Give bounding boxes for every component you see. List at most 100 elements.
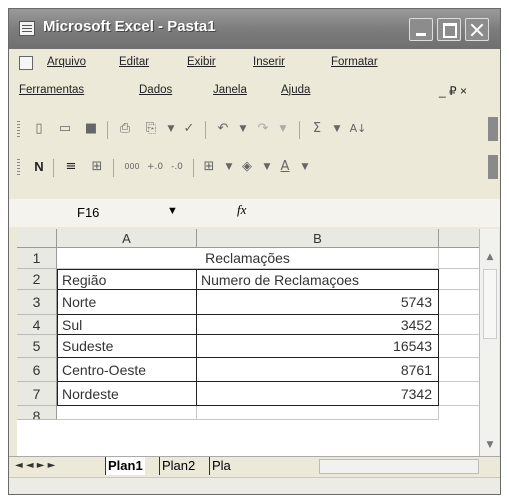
chevron-down-icon[interactable]: ▼ (163, 121, 179, 137)
tab-navigation-icons[interactable]: ◄ ◄ ► ► (15, 460, 55, 471)
value-cell[interactable]: 3452 (197, 315, 439, 335)
menu-dados[interactable]: Dados (139, 84, 172, 96)
column-header-a[interactable]: A (57, 229, 197, 248)
spreadsheet-grid[interactable]: A B C 1 2 3 4 5 6 7 8 Reclamações Região… (17, 229, 479, 456)
chevron-down-icon[interactable]: ▼ (297, 159, 313, 175)
formula-bar: F16 ▼ fx (9, 199, 500, 227)
chevron-down-icon[interactable]: ▼ (275, 121, 291, 137)
insert-function-icon[interactable]: fx (237, 202, 246, 218)
menu-ajuda[interactable]: Ajuda (281, 84, 310, 96)
value-cell[interactable]: 5743 (197, 290, 439, 315)
save-icon[interactable]: ■ (83, 121, 99, 137)
tab-plan1[interactable]: Plan1 (105, 457, 145, 475)
chevron-down-icon[interactable]: ▼ (329, 121, 345, 137)
cell-c4[interactable] (439, 315, 479, 335)
value-cell[interactable]: 7342 (197, 382, 439, 406)
region-cell[interactable]: Sul (57, 315, 197, 335)
new-icon[interactable]: ▯ (31, 121, 47, 137)
cell-c3[interactable] (439, 290, 479, 315)
font-color-icon[interactable]: A (277, 159, 293, 175)
row-header-4[interactable]: 4 (17, 315, 57, 335)
row-header-6[interactable]: 6 (17, 358, 57, 382)
menu-inserir[interactable]: Inserir (253, 56, 285, 68)
open-icon[interactable]: ▭ (57, 121, 73, 137)
tab-plan2[interactable]: Plan2 (159, 457, 197, 475)
row-header-7[interactable]: 7 (17, 382, 57, 406)
cell-c5[interactable] (439, 335, 479, 358)
row-header-3[interactable]: 3 (17, 290, 57, 315)
toolbar-separator (193, 159, 194, 177)
column-header-b[interactable]: B (197, 229, 439, 248)
maximize-button[interactable] (437, 18, 461, 41)
value-cell[interactable]: 16543 (197, 335, 439, 358)
minimize-button[interactable] (409, 18, 433, 41)
document-window-controls[interactable]: _ ₽ × (439, 84, 467, 98)
chevron-down-icon[interactable]: ▼ (167, 205, 178, 217)
toolbar-separator (107, 121, 108, 139)
spelling-icon[interactable]: ✓ (181, 121, 197, 137)
print-icon[interactable]: ⎙ (117, 121, 133, 137)
region-cell[interactable]: Nordeste (57, 382, 197, 406)
close-button[interactable] (465, 18, 489, 41)
header-cell-regiao[interactable]: Região (57, 269, 197, 290)
vertical-scrollbar[interactable]: ▲ ▼ (479, 229, 499, 456)
redo-icon[interactable]: ↷ (255, 121, 271, 137)
row-header-8[interactable]: 8 (17, 406, 57, 420)
window-title: Microsoft Excel - Pasta1 (43, 18, 216, 35)
cell-c2[interactable] (439, 269, 479, 290)
scroll-down-icon[interactable]: ▼ (482, 437, 498, 453)
tab-plan3[interactable]: Pla (209, 457, 233, 475)
bold-button[interactable]: N (31, 159, 47, 175)
region-cell[interactable]: Norte (57, 290, 197, 315)
increase-decimal-icon[interactable]: +.0 (147, 159, 163, 175)
toolbar-grip[interactable] (17, 121, 20, 139)
menu-editar[interactable]: Editar (119, 56, 149, 68)
sort-ascending-icon[interactable]: A↓ (347, 121, 369, 137)
name-box[interactable]: F16 ▼ (49, 203, 189, 223)
fill-color-icon[interactable]: ◈ (239, 159, 255, 175)
undo-icon[interactable]: ↶ (215, 121, 231, 137)
toolbar-grip[interactable] (17, 159, 20, 177)
title-cell[interactable]: Reclamações (57, 248, 439, 269)
thousands-separator-icon[interactable]: 000 (121, 159, 143, 175)
region-cell[interactable]: Centro-Oeste (57, 358, 197, 382)
horizontal-scrollbar[interactable] (319, 459, 479, 474)
region-cell[interactable]: Sudeste (57, 335, 197, 358)
row-header-2[interactable]: 2 (17, 269, 57, 290)
toolbar-options-icon[interactable] (488, 117, 498, 141)
chevron-down-icon[interactable]: ▼ (221, 159, 237, 175)
print-preview-icon[interactable]: ⎘ (143, 121, 159, 137)
cell-c6[interactable] (439, 358, 479, 382)
standard-toolbar: ▯ ▭ ■ ⎙ ⎘ ▼ ✓ ↶ ▼ ↷ ▼ Σ ▼ A↓ (9, 115, 500, 145)
excel-app-icon[interactable] (19, 21, 35, 36)
cell-a8[interactable] (57, 406, 197, 420)
menu-ferramentas[interactable]: Ferramentas (19, 84, 84, 96)
merge-center-icon[interactable]: ⊞ (89, 159, 105, 175)
select-all-corner[interactable] (17, 229, 57, 248)
menu-janela[interactable]: Janela (213, 84, 247, 96)
autosum-icon[interactable]: Σ (309, 121, 325, 137)
toolbar-options-icon[interactable] (488, 155, 498, 179)
row-header-1[interactable]: 1 (17, 248, 57, 269)
toolbar-separator (53, 159, 54, 177)
document-icon[interactable] (19, 56, 33, 70)
column-header-c[interactable]: C (439, 229, 479, 248)
menu-arquivo[interactable]: Arquivo (47, 56, 86, 68)
scroll-up-icon[interactable]: ▲ (482, 249, 498, 265)
align-center-icon[interactable]: ≡ (63, 159, 79, 175)
cell-reference: F16 (77, 205, 100, 220)
cell-c1[interactable] (439, 248, 479, 269)
menu-formatar[interactable]: Formatar (331, 56, 378, 68)
chevron-down-icon[interactable]: ▼ (235, 121, 251, 137)
scroll-thumb[interactable] (483, 269, 497, 339)
cell-b8[interactable] (197, 406, 439, 420)
header-cell-reclamacoes[interactable]: Numero de Reclamaçoes (197, 269, 439, 290)
sheet-tab-bar: ◄ ◄ ► ► Plan1 Plan2 Pla (9, 456, 500, 477)
decrease-decimal-icon[interactable]: -.0 (169, 159, 185, 175)
chevron-down-icon[interactable]: ▼ (259, 159, 275, 175)
borders-icon[interactable]: ⊞ (201, 159, 217, 175)
row-header-5[interactable]: 5 (17, 335, 57, 358)
value-cell[interactable]: 8761 (197, 358, 439, 382)
menu-exibir[interactable]: Exibir (187, 56, 216, 68)
cell-c7[interactable] (439, 382, 479, 406)
